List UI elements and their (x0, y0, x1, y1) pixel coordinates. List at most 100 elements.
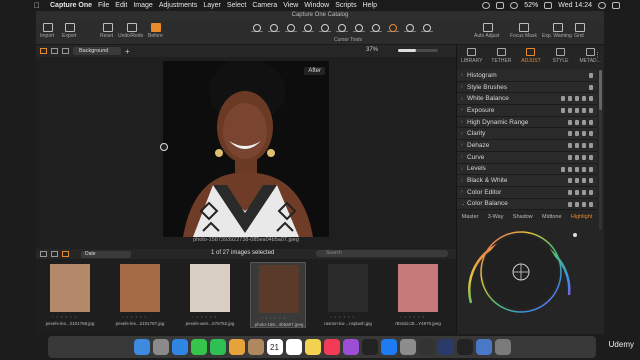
thumbnail[interactable]: ▫ • • • • • photo-158...4b5a07.jpeg (250, 262, 306, 328)
reset-icon[interactable] (575, 131, 579, 137)
keystone-cursor-icon[interactable] (336, 23, 348, 32)
battery-icon[interactable] (544, 2, 553, 9)
preset-icon[interactable] (582, 119, 586, 125)
annotate-cursor-icon[interactable] (421, 23, 433, 32)
picker-cursor-icon[interactable] (387, 23, 399, 32)
auto-adjust-button[interactable]: Auto Adjust (474, 22, 499, 39)
sort-select[interactable]: Date (81, 250, 131, 258)
exp-warning-button[interactable]: Exp. Warning (542, 22, 572, 39)
facetime-icon[interactable] (209, 339, 226, 355)
grid-view-icon[interactable] (40, 251, 47, 257)
compare-handle-icon[interactable] (160, 143, 168, 151)
brush-cursor-icon[interactable] (353, 23, 365, 32)
more-icon[interactable] (589, 189, 593, 195)
more-icon[interactable] (589, 108, 593, 114)
cb-tab-highlight[interactable]: Highlight (571, 214, 592, 224)
reset-button[interactable]: Reset (100, 22, 113, 39)
music-icon[interactable] (323, 339, 340, 355)
heal-cursor-icon[interactable] (404, 23, 416, 32)
more-icon[interactable] (589, 143, 593, 149)
menu-view[interactable]: View (283, 2, 298, 9)
picker-icon[interactable] (561, 166, 565, 172)
single-view-icon[interactable] (40, 48, 47, 54)
reset-icon[interactable] (575, 108, 579, 114)
menu-edit[interactable]: Edit (115, 2, 127, 9)
apple-icon[interactable]:  (34, 1, 40, 10)
control-center-icon[interactable] (612, 2, 620, 9)
picker-icon[interactable] (568, 189, 572, 195)
pan-cursor-icon[interactable] (268, 23, 280, 32)
crop-cursor-icon[interactable] (302, 23, 314, 32)
copy-icon[interactable] (568, 119, 572, 125)
layer-icon[interactable] (62, 48, 69, 54)
before-button[interactable]: Before (148, 22, 163, 39)
thumbnail[interactable]: ▫ • • • • • pexels-les...2101787.jpg (112, 262, 168, 328)
add-layer-icon[interactable]: + (125, 47, 130, 56)
screen-record-icon[interactable] (482, 2, 491, 9)
preset-icon[interactable] (582, 166, 586, 172)
menu-help[interactable]: Help (363, 2, 377, 9)
gradient-cursor-icon[interactable] (370, 23, 382, 32)
more-icon[interactable] (589, 166, 593, 172)
tool-color-editor[interactable]: › Color Editor (457, 186, 597, 199)
trash-icon[interactable] (494, 339, 511, 355)
wifi-icon[interactable] (510, 2, 519, 9)
preferences-icon[interactable] (399, 339, 416, 355)
tab-adjust[interactable]: ADJUST (516, 45, 546, 67)
rotate-cursor-icon[interactable] (319, 23, 331, 32)
select-cursor-icon[interactable] (251, 23, 263, 32)
multi-view-icon[interactable] (51, 48, 58, 54)
photos-icon[interactable] (228, 339, 245, 355)
picker-icon[interactable] (561, 108, 565, 114)
panel-scrollbar[interactable] (599, 70, 602, 230)
thumbnail[interactable]: ▫ • • • • • pexels-les...2101768.jpg (42, 262, 98, 328)
keyboard-icon[interactable] (496, 2, 505, 9)
preset-icon[interactable] (582, 96, 586, 102)
rating-stars[interactable]: ▫ • • • • • (261, 315, 301, 320)
tv-icon[interactable] (361, 339, 378, 355)
more-icon[interactable] (589, 73, 593, 78)
menu-camera[interactable]: Camera (252, 2, 277, 9)
copy-icon[interactable] (575, 154, 579, 160)
preset-icon[interactable] (582, 201, 586, 207)
more-icon[interactable] (589, 119, 593, 125)
preset-icon[interactable] (582, 108, 586, 114)
undo-redo-button[interactable]: Undo/Redo (118, 22, 143, 39)
tool-histogram[interactable]: › Histogram (457, 70, 597, 82)
calendar-icon[interactable]: 21 (266, 339, 283, 355)
reset-icon[interactable] (582, 143, 586, 149)
capture-one-icon[interactable] (418, 339, 435, 355)
list-view-icon[interactable] (51, 251, 58, 257)
clock[interactable]: Wed 14:24 (558, 2, 592, 9)
copy-icon[interactable] (575, 143, 579, 149)
reset-icon[interactable] (575, 166, 579, 172)
tab-tether[interactable]: TETHER (487, 45, 517, 67)
menu-window[interactable]: Window (304, 2, 329, 9)
copy-icon[interactable] (575, 189, 579, 195)
tool-color-balance[interactable]: ⌄ Color Balance (457, 198, 597, 211)
copy-icon[interactable] (568, 178, 572, 184)
copy-icon[interactable] (568, 166, 572, 172)
copy-icon[interactable] (568, 108, 572, 114)
export-button[interactable]: Export (62, 22, 76, 39)
cb-tab-shadow[interactable]: Shadow (513, 214, 533, 224)
main-photo[interactable]: After (163, 61, 329, 237)
more-icon[interactable] (589, 96, 593, 102)
spotlight-icon[interactable] (598, 2, 606, 9)
tool-dehaze[interactable]: › Dehaze (457, 140, 597, 152)
reset-icon[interactable] (582, 154, 586, 160)
notes-icon[interactable] (304, 339, 321, 355)
cb-tab-midtone[interactable]: Midtone (542, 214, 562, 224)
menu-select[interactable]: Select (227, 2, 246, 9)
menu-scripts[interactable]: Scripts (335, 2, 356, 9)
copy-icon[interactable] (568, 96, 572, 102)
menu-adjustments[interactable]: Adjustments (159, 2, 198, 9)
copy-icon[interactable] (568, 131, 572, 137)
reset-icon[interactable] (582, 189, 586, 195)
reset-icon[interactable] (575, 96, 579, 102)
tab-library[interactable]: LIBRARY (457, 45, 487, 67)
more-icon[interactable] (589, 84, 593, 90)
image-viewer[interactable]: After photo-1587393922738-085ea04b5a07.j… (36, 57, 456, 249)
copy-icon[interactable] (568, 201, 572, 207)
reset-icon[interactable] (575, 178, 579, 184)
